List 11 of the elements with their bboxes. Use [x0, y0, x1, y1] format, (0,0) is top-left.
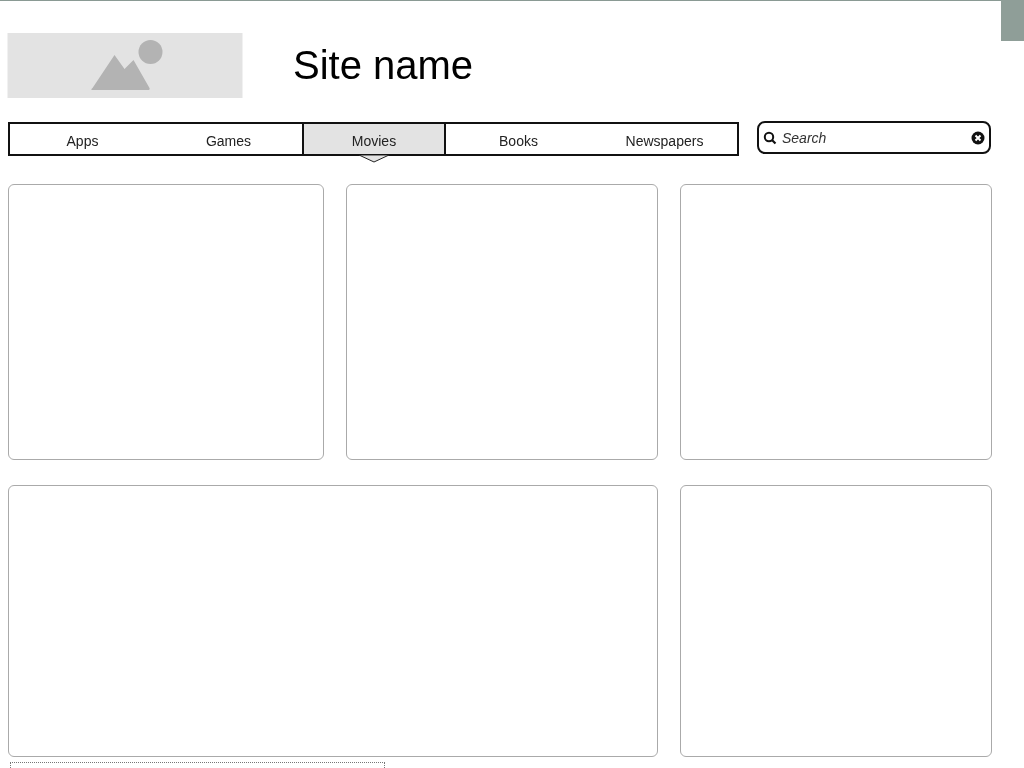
- nav-tab[interactable]: Games: [155, 124, 302, 154]
- search-field[interactable]: Search: [757, 121, 991, 154]
- nav-tab[interactable]: Apps: [10, 124, 155, 154]
- nav-tab[interactable]: Books: [446, 124, 591, 154]
- tab-pointer-icon: [359, 155, 389, 163]
- search-input[interactable]: Search: [782, 129, 966, 146]
- site-name: Site name: [293, 43, 474, 88]
- search-icon: [763, 130, 777, 145]
- clear-icon[interactable]: [971, 130, 985, 145]
- nav-tab[interactable]: Newspapers: [591, 124, 738, 154]
- logo-placeholder-icon: [7, 33, 243, 98]
